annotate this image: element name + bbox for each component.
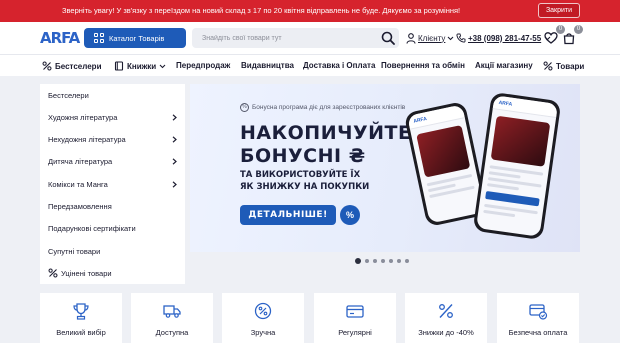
- catalog-button-label: Каталог Товарів: [109, 33, 165, 43]
- sidebar-item-accessories[interactable]: Супутні товари: [40, 240, 185, 262]
- chevron-right-icon: [172, 181, 177, 188]
- cart-count: 0: [574, 25, 583, 34]
- chevron-down-icon: [447, 36, 454, 40]
- nav-bestsellers[interactable]: Бестселери: [42, 61, 101, 71]
- wishlist-button[interactable]: 0: [544, 25, 565, 45]
- carousel-dot[interactable]: [373, 259, 377, 263]
- percent-icon: [254, 302, 272, 320]
- nav-promotions[interactable]: Акції магазину: [475, 61, 533, 70]
- sidebar-item-preorder[interactable]: Передзамовлення: [40, 195, 185, 217]
- search-input[interactable]: [192, 28, 372, 48]
- banner-subtitle-1: ТА ВИКОРИСТОВУЙТЕ ЇХ: [240, 170, 361, 180]
- banner-headline-1: НАКОПИЧУЙТЕ: [240, 122, 412, 144]
- header: ARFA Каталог Товарів Клієнту +38 (098) 2…: [0, 22, 620, 54]
- feature-delivery: Доступна: [131, 293, 213, 343]
- client-label: Клієнту: [418, 33, 446, 43]
- chevron-down-icon: [159, 64, 166, 68]
- search-icon[interactable]: [381, 31, 395, 45]
- carousel-dot[interactable]: [381, 259, 385, 263]
- grid-icon: [94, 33, 104, 43]
- feature-discounts: Знижки до -40%: [405, 293, 487, 343]
- carousel-dot[interactable]: [365, 259, 369, 263]
- percent-icon: [439, 304, 453, 318]
- feature-wide-choice: Великий вибір: [40, 293, 122, 343]
- secure-payment-icon: [529, 304, 548, 320]
- percent-icon: [48, 268, 58, 278]
- carousel-dot[interactable]: [397, 259, 401, 263]
- notice-bar: Зверніть увагу! У зв'язку з переїздом на…: [0, 0, 620, 22]
- carousel-dot[interactable]: [355, 258, 361, 264]
- percent-icon: [42, 61, 52, 71]
- heart-icon: [544, 32, 558, 44]
- bonus-note: % Бонусна програма діє для зареєстровани…: [240, 103, 405, 112]
- nav-goods[interactable]: Товари: [543, 61, 584, 71]
- phone-icon: [456, 33, 466, 43]
- notice-close-button[interactable]: Закрити: [538, 3, 580, 18]
- book-icon: [114, 61, 124, 71]
- feature-regular: Регулярні: [314, 293, 396, 343]
- search-box: [192, 28, 399, 48]
- nav-returns[interactable]: Повернення та обмін: [381, 61, 465, 70]
- client-menu[interactable]: Клієнту: [406, 31, 456, 45]
- sidebar-item-bestsellers[interactable]: Бестселери: [40, 84, 185, 106]
- catalog-button[interactable]: Каталог Товарів: [84, 28, 186, 48]
- main-nav: Бестселери Книжки Передпродаж Видавництв…: [0, 54, 620, 76]
- banner-subtitle-2: ЯК ЗНИЖКУ НА ПОКУПКИ: [240, 182, 370, 192]
- card-icon: [346, 305, 364, 318]
- sidebar-item-fiction[interactable]: Художня література: [40, 106, 185, 128]
- phone-menu[interactable]: +38 (098) 281-47-55: [456, 31, 553, 45]
- chevron-right-icon: [172, 114, 177, 121]
- nav-presale[interactable]: Передпродаж: [176, 61, 230, 70]
- banner-details-button[interactable]: ДЕТАЛЬНІШЕ!: [240, 205, 336, 225]
- feature-convenient: Зручна: [222, 293, 304, 343]
- chevron-right-icon: [172, 136, 177, 143]
- bag-icon: [563, 33, 575, 45]
- hero-banner[interactable]: % Бонусна програма діє для зареєстровани…: [190, 84, 580, 252]
- banner-percent-badge: %: [340, 205, 360, 225]
- notice-text: Зверніть увагу! У зв'язку з переїздом на…: [62, 6, 461, 15]
- banner-headline-2: БОНУСНІ ₴: [240, 145, 366, 167]
- phone-number: +38 (098) 281-47-55: [468, 33, 542, 43]
- trophy-icon: [73, 303, 89, 320]
- carousel-dot[interactable]: [389, 259, 393, 263]
- carousel-dot[interactable]: [405, 259, 409, 263]
- logo[interactable]: A RFA: [40, 30, 80, 47]
- sidebar-item-gift-cards[interactable]: Подарункові сертифікати: [40, 217, 185, 239]
- nav-publishers[interactable]: Видавництва: [241, 61, 294, 70]
- sidebar-item-discounted[interactable]: Уцінені товари: [40, 262, 185, 284]
- cart-button[interactable]: 0: [562, 25, 583, 45]
- chevron-right-icon: [172, 158, 177, 165]
- nav-books[interactable]: Книжки: [114, 61, 169, 71]
- percent-icon: %: [240, 103, 249, 112]
- category-sidebar: Бестселери Художня література Нехудожня …: [40, 84, 185, 284]
- nav-delivery[interactable]: Доставка і Оплата: [303, 61, 375, 70]
- sidebar-item-children[interactable]: Дитяча література: [40, 150, 185, 172]
- phone-mockup-front: ARFA: [472, 91, 562, 241]
- truck-icon: [163, 305, 181, 318]
- sidebar-item-nonfiction[interactable]: Нехудожня література: [40, 128, 185, 150]
- feature-secure-payment: Безпечна оплата: [497, 293, 579, 343]
- carousel-dots: [355, 258, 413, 265]
- user-icon: [406, 32, 416, 44]
- sidebar-item-comics[interactable]: Комікси та Манга: [40, 173, 185, 195]
- percent-icon: [543, 61, 553, 71]
